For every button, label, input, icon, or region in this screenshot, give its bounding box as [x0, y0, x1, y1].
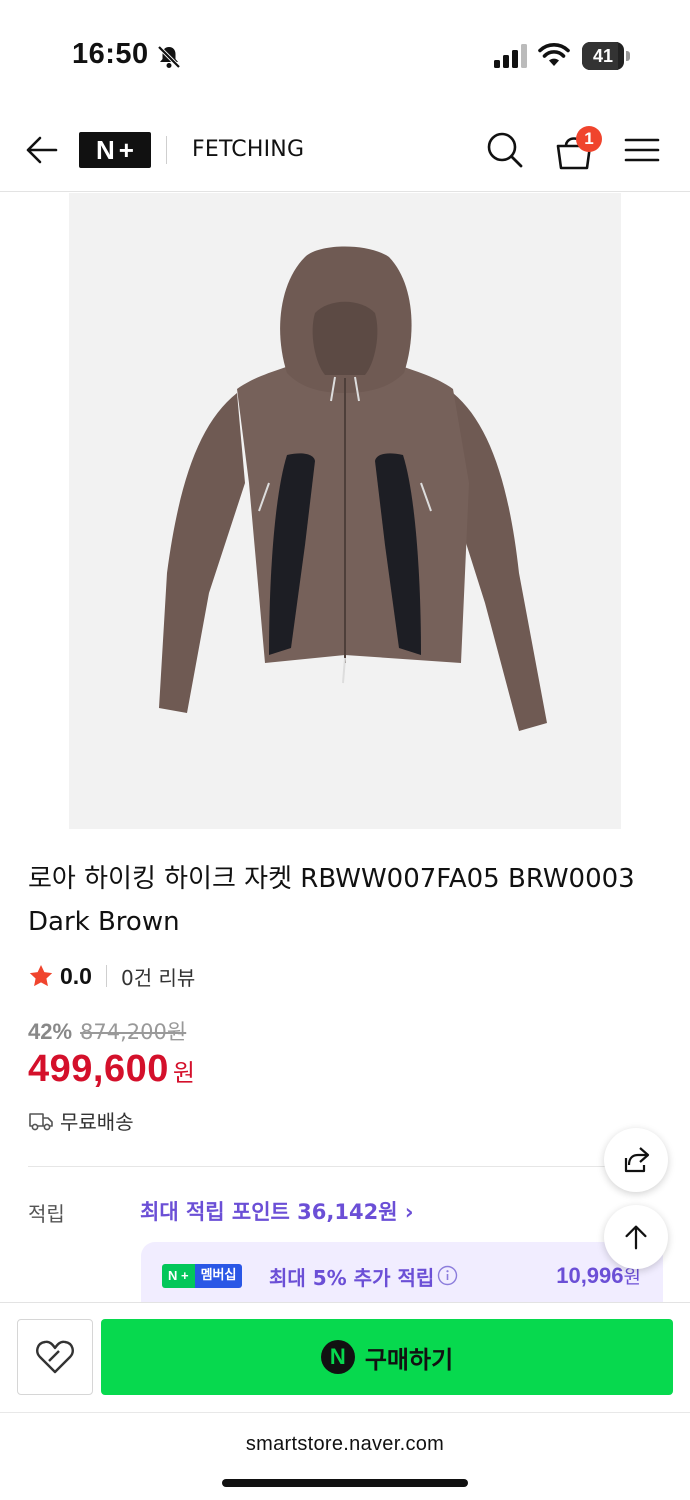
- heart-icon: [36, 1340, 74, 1374]
- naver-plus-logo[interactable]: N +: [79, 132, 151, 168]
- top-nav-bar: N + FETCHING 1: [0, 110, 690, 192]
- search-icon[interactable]: [486, 130, 524, 170]
- membership-badge-logo: N +: [162, 1264, 195, 1288]
- info-icon[interactable]: [437, 1265, 458, 1286]
- membership-points-banner[interactable]: N + 멤버십 최대 5% 추가 적립 10,996원: [141, 1242, 663, 1302]
- buy-button-label: 구매하기: [364, 1345, 454, 1374]
- points-label: 적립: [28, 1202, 65, 1226]
- membership-badge-label: 멤버십: [194, 1264, 243, 1288]
- wifi-icon: [538, 43, 570, 66]
- section-divider: [28, 1166, 662, 1167]
- home-indicator[interactable]: [222, 1479, 468, 1487]
- membership-amount-unit: 원: [623, 1266, 641, 1288]
- nav-divider: [166, 136, 167, 164]
- store-name-link[interactable]: FETCHING: [192, 137, 304, 162]
- purchase-bar: N 구매하기: [0, 1302, 690, 1412]
- shipping-label: 무료배송: [60, 1110, 134, 1134]
- product-title: 로아 하이킹 하이크 자켓 RBWW007FA05 BRW0003 Dark B…: [28, 864, 635, 937]
- status-time: 16:50: [72, 38, 149, 70]
- logo-n: N: [96, 134, 115, 165]
- max-points-link[interactable]: 최대 적립 포인트 36,142원 ›: [140, 1196, 414, 1226]
- arrow-up-icon: [625, 1225, 647, 1250]
- discount-row: 42% 874,200원: [28, 1016, 186, 1046]
- logo-plus: +: [118, 134, 134, 165]
- battery-icon: 41: [582, 42, 630, 70]
- shipping-info: 무료배송: [28, 1106, 134, 1135]
- sale-price-value: 499,600: [28, 1048, 169, 1090]
- wishlist-button[interactable]: [17, 1319, 93, 1395]
- review-count[interactable]: 0건 리뷰: [121, 962, 195, 991]
- membership-amount-value: 10,996: [556, 1263, 624, 1288]
- membership-badge: N + 멤버십: [162, 1264, 243, 1288]
- original-price: 874,200원: [80, 1020, 187, 1044]
- rating-score: 0.0: [60, 962, 92, 989]
- cellular-signal-icon: [494, 44, 527, 68]
- battery-level: 41: [592, 46, 614, 66]
- share-button[interactable]: [604, 1128, 668, 1192]
- buy-button[interactable]: N 구매하기: [101, 1319, 673, 1395]
- bell-muted-icon: [157, 45, 181, 69]
- sale-price: 499,600 원: [28, 1048, 195, 1091]
- cart-count-badge: 1: [576, 126, 602, 152]
- status-bar: 16:50 41: [0, 0, 690, 110]
- back-arrow-icon[interactable]: [24, 132, 60, 168]
- url-host: smartstore.naver.com: [245, 1433, 445, 1455]
- scroll-to-top-button[interactable]: [604, 1205, 668, 1269]
- browser-url-bar[interactable]: smartstore.naver.com: [0, 1412, 690, 1500]
- product-image[interactable]: [69, 193, 621, 829]
- jacket-illustration: [159, 246, 547, 731]
- share-icon: [624, 1147, 650, 1173]
- delivery-truck-icon: [29, 1112, 53, 1130]
- naver-pay-icon: N: [320, 1340, 355, 1374]
- sale-price-unit: 원: [172, 1059, 195, 1087]
- cart-button[interactable]: 1: [554, 126, 602, 172]
- hamburger-menu-icon[interactable]: [624, 134, 660, 166]
- rating-row[interactable]: 0.0 0건 리뷰: [28, 960, 195, 992]
- star-icon: [29, 964, 53, 987]
- membership-extra-points-text: 최대 5% 추가 적립: [269, 1266, 435, 1290]
- rating-divider: [105, 965, 107, 987]
- discount-percent: 42%: [28, 1019, 73, 1044]
